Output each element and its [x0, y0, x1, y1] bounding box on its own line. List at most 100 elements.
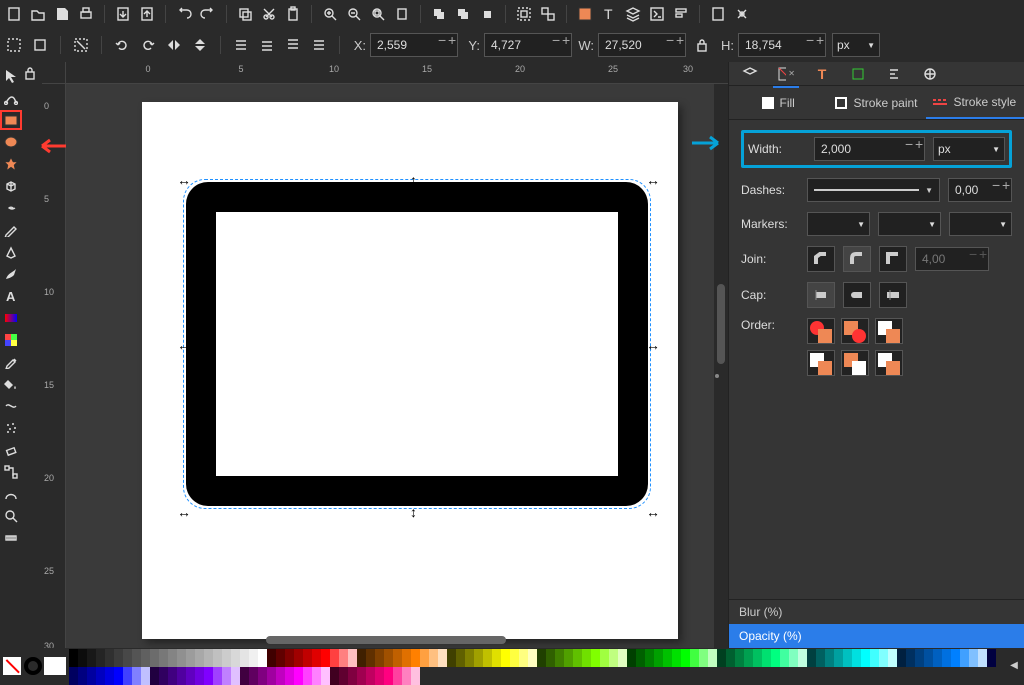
export-icon[interactable] [137, 4, 157, 24]
order-smf-icon[interactable] [841, 350, 869, 376]
join-round-icon[interactable] [843, 246, 871, 272]
copy-icon[interactable] [235, 4, 255, 24]
color-swatch[interactable] [438, 649, 447, 667]
color-swatch[interactable] [735, 649, 744, 667]
fill-stroke-dialog-icon[interactable] [575, 4, 595, 24]
color-swatch[interactable] [627, 649, 636, 667]
stroke-style-tab[interactable]: Stroke style [926, 86, 1024, 119]
select-all-layers-icon[interactable] [4, 35, 24, 55]
marker-mid-select[interactable]: ▼ [878, 212, 941, 236]
open-file-icon[interactable] [28, 4, 48, 24]
box3d-tool-icon[interactable] [0, 176, 22, 196]
align-dialog-icon[interactable] [671, 4, 691, 24]
order-fsm-icon[interactable] [807, 318, 835, 344]
color-swatch[interactable] [969, 649, 978, 667]
gradient-tool-icon[interactable] [0, 308, 22, 328]
color-swatch[interactable] [78, 649, 87, 667]
color-swatch[interactable] [924, 649, 933, 667]
color-swatch[interactable] [231, 667, 240, 685]
color-swatch[interactable] [951, 649, 960, 667]
color-swatch[interactable] [609, 649, 618, 667]
resize-handle-n[interactable]: ↕ [410, 172, 424, 186]
color-swatch[interactable] [906, 649, 915, 667]
color-swatch[interactable] [159, 649, 168, 667]
color-swatch[interactable] [303, 649, 312, 667]
lower-bottom-icon[interactable] [309, 35, 329, 55]
new-file-icon[interactable] [4, 4, 24, 24]
connector-tool-icon[interactable] [0, 462, 22, 482]
join-bevel-icon[interactable] [807, 246, 835, 272]
selector-tool-icon[interactable] [0, 66, 22, 86]
dash-dec-icon[interactable]: − [992, 180, 1000, 190]
color-swatch[interactable] [798, 649, 807, 667]
color-swatch[interactable] [429, 649, 438, 667]
zoom-out-icon[interactable] [344, 4, 364, 24]
h-dec-icon[interactable]: − [806, 35, 814, 45]
color-swatch[interactable] [231, 649, 240, 667]
color-swatch[interactable] [753, 649, 762, 667]
color-swatch[interactable] [267, 667, 276, 685]
color-swatch[interactable] [816, 649, 825, 667]
color-swatch[interactable] [744, 649, 753, 667]
lpe-tool-icon[interactable] [0, 484, 22, 504]
pencil-tool-icon[interactable] [0, 220, 22, 240]
select-same-icon[interactable] [30, 35, 50, 55]
fill-tab[interactable]: Fill [729, 86, 827, 119]
rectangle-tool-icon[interactable] [0, 110, 22, 130]
color-swatch[interactable] [636, 649, 645, 667]
color-swatch[interactable] [852, 649, 861, 667]
color-swatch[interactable] [411, 649, 420, 667]
white-swatch[interactable] [44, 657, 66, 675]
join-miter-icon[interactable] [879, 246, 907, 272]
color-swatch[interactable] [402, 649, 411, 667]
zoom-in-icon[interactable] [320, 4, 340, 24]
color-swatch[interactable] [879, 649, 888, 667]
resize-handle-s[interactable]: ↕ [410, 504, 424, 518]
color-swatch[interactable] [276, 649, 285, 667]
order-mfs-icon[interactable] [807, 350, 835, 376]
color-swatch[interactable] [132, 649, 141, 667]
settings-icon[interactable] [732, 4, 752, 24]
color-swatch[interactable] [87, 667, 96, 685]
color-swatch[interactable] [348, 649, 357, 667]
color-swatch[interactable] [213, 649, 222, 667]
resize-handle-e[interactable]: ↔ [646, 337, 660, 351]
x-dec-icon[interactable]: − [438, 35, 446, 45]
color-swatch[interactable] [330, 667, 339, 685]
pen-tool-icon[interactable] [0, 242, 22, 262]
resize-handle-ne[interactable]: ↔ [646, 172, 660, 186]
color-swatch[interactable] [780, 649, 789, 667]
deselect-icon[interactable] [71, 35, 91, 55]
tab-align-icon[interactable] [885, 65, 903, 83]
cut-icon[interactable] [259, 4, 279, 24]
h-inc-icon[interactable]: + [816, 35, 824, 45]
x-inc-icon[interactable]: + [448, 35, 456, 45]
stroke-width-unit-select[interactable]: px▼ [933, 137, 1005, 161]
order-msf-icon[interactable] [875, 350, 903, 376]
rounded-rectangle-shape[interactable] [186, 182, 648, 506]
color-swatch[interactable] [717, 649, 726, 667]
color-swatch[interactable] [114, 649, 123, 667]
node-tool-icon[interactable] [0, 88, 22, 108]
order-fms-icon[interactable] [875, 318, 903, 344]
color-swatch[interactable] [141, 649, 150, 667]
color-swatch[interactable] [366, 667, 375, 685]
color-swatch[interactable] [645, 649, 654, 667]
color-swatch[interactable] [960, 649, 969, 667]
color-swatch[interactable] [762, 649, 771, 667]
unlink-clone-icon[interactable] [477, 4, 497, 24]
bucket-tool-icon[interactable] [0, 374, 22, 394]
vertical-scrollbar-track[interactable] [714, 84, 728, 648]
color-swatch[interactable] [312, 649, 321, 667]
rotate-ccw-icon[interactable] [112, 35, 132, 55]
resize-handle-nw[interactable]: ↔ [177, 172, 191, 186]
color-swatch[interactable] [465, 649, 474, 667]
width-dec-icon[interactable]: − [905, 139, 913, 149]
tab-fill-stroke-icon[interactable]: ✕ [777, 65, 795, 83]
color-swatch[interactable] [186, 667, 195, 685]
color-swatch[interactable] [591, 649, 600, 667]
duplicate-icon[interactable] [429, 4, 449, 24]
color-swatch[interactable] [708, 649, 717, 667]
color-swatch[interactable] [294, 649, 303, 667]
order-sfm-icon[interactable] [841, 318, 869, 344]
